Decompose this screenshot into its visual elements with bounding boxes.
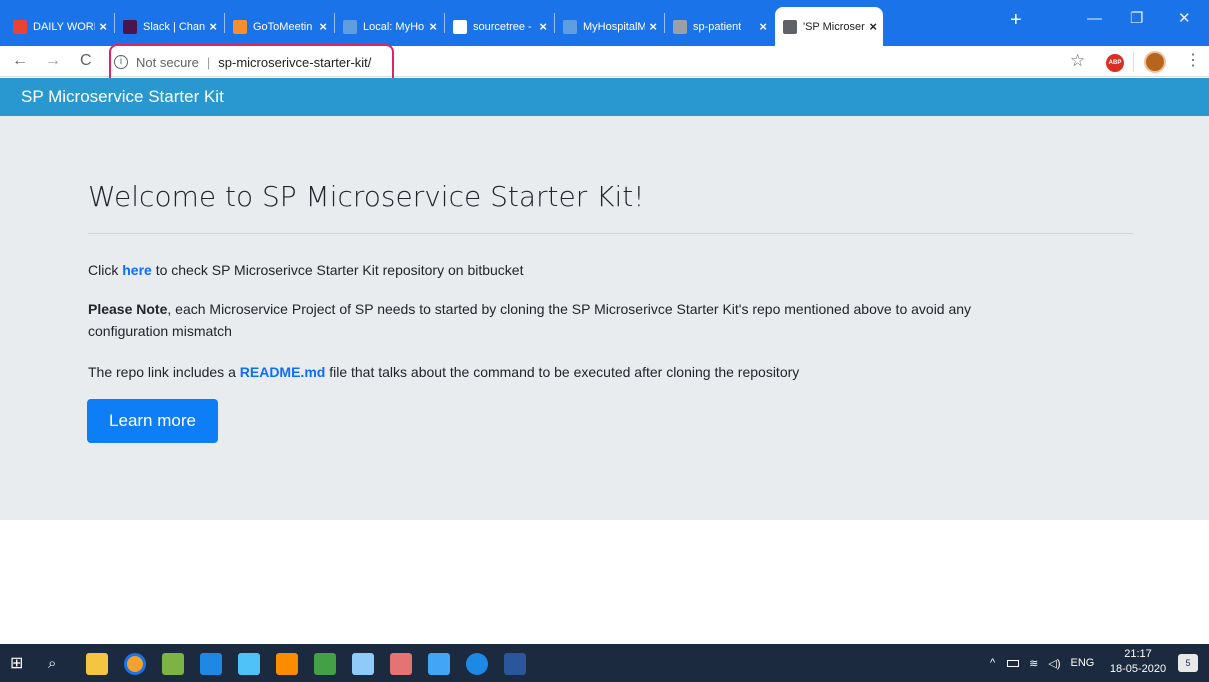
start-icon[interactable]: ⊞ [10, 653, 32, 675]
tab-title: MyHospitalM [583, 20, 645, 33]
repo-text-before: Click [88, 262, 123, 278]
browser-tab[interactable]: Slack | Chan × [115, 7, 223, 46]
language-indicator[interactable]: ENG [1071, 657, 1095, 669]
readme-link[interactable]: README.md [240, 364, 326, 380]
learn-more-button[interactable]: Learn more [87, 399, 218, 443]
tab-title: Local: MyHo [363, 20, 425, 33]
navbar-brand[interactable]: SP Microservice Starter Kit [21, 87, 224, 106]
close-tab-icon[interactable]: × [649, 19, 657, 34]
browser-menu-icon[interactable]: ⋮ [1185, 50, 1201, 70]
close-tab-icon[interactable]: × [99, 19, 107, 34]
browser-tab[interactable]: Local: MyHo × [335, 7, 443, 46]
page-title: Welcome to SP Microservice Starter Kit! [88, 180, 645, 213]
close-tab-icon[interactable]: × [319, 19, 327, 34]
browser-tab[interactable]: GoToMeetin × [225, 7, 333, 46]
note-paragraph: Please Note, each Microservice Project o… [88, 298, 1148, 342]
image-viewer-icon[interactable] [162, 653, 184, 675]
repo-text-after: to check SP Microserivce Starter Kit rep… [151, 262, 524, 278]
browser-tab[interactable]: 'SP Microser × [775, 7, 883, 46]
maps-icon[interactable] [200, 653, 222, 675]
note-text-line1: , each Microservice Project of SP needs … [167, 301, 972, 317]
google-icon [453, 19, 467, 34]
back-button[interactable]: ← [12, 51, 28, 71]
close-tab-icon[interactable]: × [209, 19, 217, 34]
gotomeeting-icon [233, 19, 247, 34]
windows-taskbar: ⊞ ⌕ ^ ≋ ◁) ENG 21:17 18-05-2020 5 [0, 644, 1209, 682]
minimize-button[interactable]: — [1087, 10, 1102, 28]
volume-icon[interactable]: ◁) [1048, 657, 1060, 670]
pen-icon[interactable] [238, 653, 260, 675]
close-tab-icon[interactable]: × [539, 19, 547, 34]
tab-title: sp-patient [693, 20, 742, 33]
browser-tab[interactable]: DAILY WORK × [5, 7, 113, 46]
repo-paragraph: Click here to check SP Microserivce Star… [88, 259, 523, 281]
bookmark-star-icon[interactable]: ☆ [1070, 51, 1085, 71]
tab-title: 'SP Microser [803, 20, 865, 33]
snipping-icon[interactable] [390, 653, 412, 675]
readme-text-before: The repo link includes a [88, 364, 240, 380]
battery-icon[interactable] [1007, 659, 1020, 667]
clock[interactable]: 21:17 18-05-2020 [1108, 647, 1168, 677]
toolbar-divider [1133, 52, 1134, 72]
forward-button[interactable]: → [45, 51, 61, 71]
adblock-extension-icon[interactable]: ABP [1106, 54, 1124, 72]
globe-icon [783, 19, 797, 34]
notification-center-icon[interactable]: 5 [1178, 654, 1198, 672]
paint-icon[interactable] [352, 653, 374, 675]
close-tab-icon[interactable]: × [869, 19, 877, 34]
close-window-button[interactable]: ✕ [1178, 10, 1191, 28]
globe-icon [673, 19, 687, 34]
globe-icon [563, 19, 577, 34]
tab-title: Slack | Chan [143, 20, 205, 33]
profile-avatar[interactable] [1144, 51, 1166, 73]
navbar: SP Microservice Starter Kit [0, 78, 1209, 116]
file-explorer-icon[interactable] [86, 653, 108, 675]
note-strong: Please Note [88, 301, 168, 317]
restore-button[interactable]: ❐ [1130, 10, 1143, 28]
browser-tab-strip: DAILY WORK × Slack | Chan × GoToMeetin × Local… [0, 0, 1209, 46]
close-tab-icon[interactable]: × [759, 19, 767, 34]
browser-tab[interactable]: MyHospitalM × [555, 7, 663, 46]
browser-tab[interactable]: sourcetree - × [445, 7, 553, 46]
chrome-icon[interactable] [124, 653, 146, 675]
note-text-line2: configuration mismatch [88, 323, 232, 339]
gmail-icon [13, 19, 27, 34]
slack-icon [123, 19, 137, 34]
readme-paragraph: The repo link includes a README.md file … [88, 361, 799, 383]
close-tab-icon[interactable]: × [429, 19, 437, 34]
word-icon[interactable] [504, 653, 526, 675]
system-tray: ^ ≋ ◁) ENG [990, 644, 1094, 682]
xampp-icon[interactable] [276, 653, 298, 675]
tray-overflow-icon[interactable]: ^ [990, 657, 995, 669]
clock-date: 18-05-2020 [1109, 663, 1167, 675]
globe-icon [343, 19, 357, 34]
tab-title: DAILY WORK [33, 20, 95, 33]
new-tab-button[interactable]: + [1010, 10, 1022, 30]
reload-button[interactable]: C [80, 51, 92, 71]
clock-time: 21:17 [1124, 648, 1152, 660]
divider [88, 233, 1133, 234]
readme-text-after: file that talks about the command to be … [325, 364, 800, 380]
tab-title: GoToMeetin [253, 20, 313, 33]
here-link[interactable]: here [122, 262, 152, 278]
photos-icon[interactable] [428, 653, 450, 675]
sourcetree-icon[interactable] [314, 653, 336, 675]
search-icon[interactable]: ⌕ [48, 653, 70, 675]
edge-icon[interactable] [466, 653, 488, 675]
tab-title: sourcetree - [473, 20, 532, 33]
browser-tab[interactable]: sp-patient × [665, 7, 773, 46]
wifi-icon[interactable]: ≋ [1029, 657, 1038, 670]
